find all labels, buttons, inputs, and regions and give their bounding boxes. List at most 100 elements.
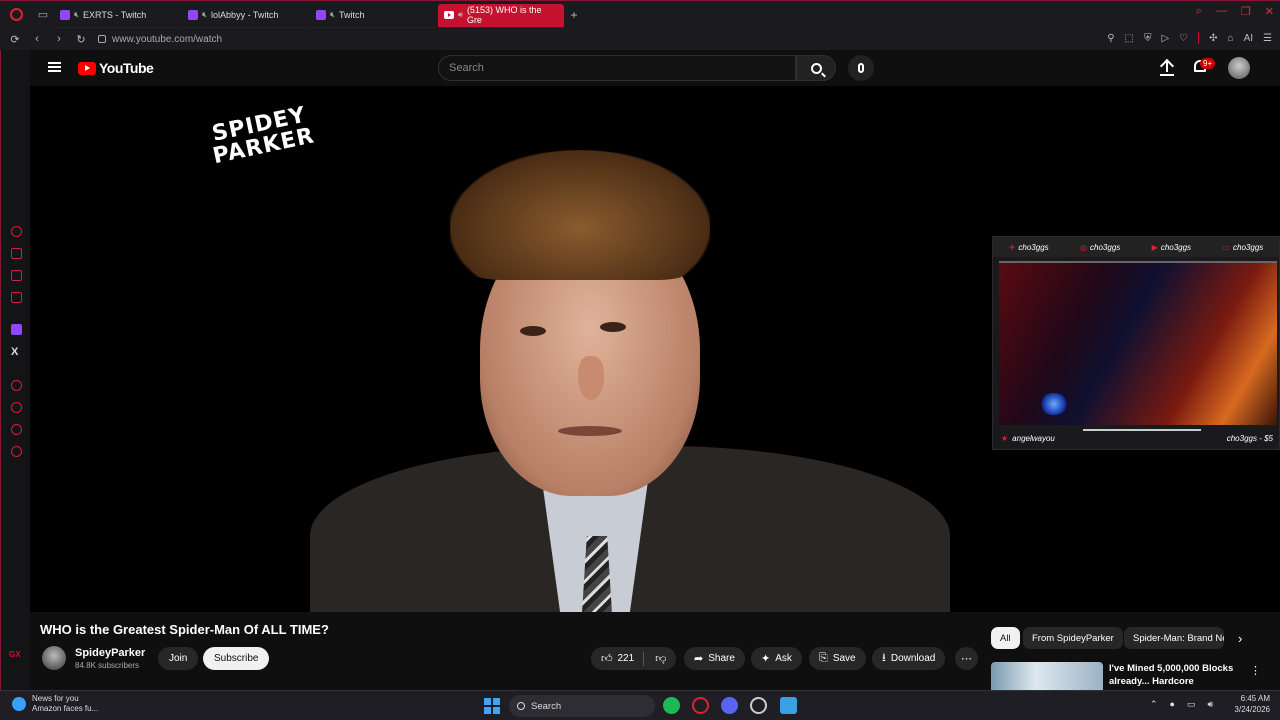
opera-gx-icon[interactable] [692,697,709,714]
channel-avatar[interactable] [42,646,66,670]
youtube-header: YouTube 9+ [30,50,1280,86]
more-actions-button[interactable]: ⋯ [955,647,978,670]
save-label: Save [832,653,856,664]
address-bar: ⟳ ‹ › ↻ www.youtube.com/watch ⚲ ⬚ ⛨ ▷ ♡ … [0,28,1280,50]
thumbs-down-icon[interactable]: 👎︎ [655,652,666,665]
account-avatar[interactable] [1228,57,1250,79]
person-eye [600,322,626,332]
recommended-video-thumbnail[interactable] [991,662,1103,690]
search-button[interactable] [796,55,836,81]
system-clock[interactable]: 6:45 AM 3/24/2026 [1234,694,1270,716]
minimize-icon[interactable]: — [1216,5,1227,18]
extensions-sidebar-icon[interactable] [11,424,22,435]
close-icon[interactable]: ✕ [1265,5,1274,18]
kebab-menu-icon[interactable]: ⋮ [1250,664,1261,677]
youtube-logo[interactable]: YouTube [78,60,154,76]
news-widget[interactable]: News for you Amazon faces fu... [12,694,98,714]
reload-icon[interactable]: ⟳ [4,33,26,46]
heart-icon[interactable]: ♡ [1179,33,1188,44]
tab-lolabbyy[interactable]: 🔇︎ lolAbbyy - Twitch [182,4,308,28]
join-button[interactable]: Join [158,647,199,670]
channel-name[interactable]: SpideyParker [75,647,145,659]
new-tab-button[interactable]: + [566,8,582,22]
gx-logo-icon[interactable]: GX [9,650,21,659]
ask-label: Ask [775,653,792,664]
search-icon [810,62,822,74]
bookmark-icon: ⎘ [819,652,828,664]
chip-related[interactable]: Spider-Man: Brand Ne [1124,627,1224,649]
opera-logo-icon[interactable] [0,1,32,29]
share-label: Share [708,653,735,664]
chevron-up-icon[interactable]: ⌃ [1150,699,1158,710]
share-button[interactable]: ➦ Share [684,647,745,670]
clock-date: 3/24/2026 [1234,704,1270,714]
tab-youtube-active[interactable]: 🔊︎ (5153) WHO is the Gre [438,3,564,28]
ask-button[interactable]: ✦ Ask [751,647,802,670]
discord-icon[interactable] [721,697,738,714]
download-button[interactable]: ⭳ Download [872,647,946,670]
forward-icon[interactable]: › [48,33,70,45]
twitch-sidebar-icon[interactable] [11,324,22,335]
like-dislike-group: 👍︎ 221 👎︎ [591,647,677,670]
spotify-icon[interactable] [663,697,680,714]
display-icon[interactable]: ▭ [1187,699,1196,710]
volume-icon[interactable]: 🔊︎ [1208,699,1214,710]
youtube-favicon-icon [444,11,454,19]
divider [1198,32,1200,44]
tab-exrts[interactable]: 🔇︎ EXRTS - Twitch [54,4,180,28]
thumbs-up-icon[interactable]: 👍︎ [601,652,613,665]
chip-from-channel[interactable]: From SpideyParker [1023,627,1123,649]
search-tabs-icon[interactable]: ⌕ [1196,5,1202,18]
search-input[interactable] [449,62,795,74]
wallet-icon[interactable]: ⌂ [1228,33,1234,44]
subscriber-count: 84.8K subscribers [75,661,140,670]
messenger-icon[interactable] [11,292,22,303]
extensions-icon[interactable]: ✣ [1209,33,1217,44]
muted-speaker-icon[interactable]: 🔇︎ [74,10,79,20]
speaker-icon[interactable]: 🔊︎ [458,10,463,20]
back-icon[interactable]: ‹ [26,33,48,45]
news-icon[interactable] [11,270,22,281]
latest-follower: angelwayou [1012,433,1055,443]
chevron-right-icon[interactable]: › [1238,631,1242,646]
subscribe-button[interactable]: Subscribe [203,647,270,670]
url-field[interactable]: www.youtube.com/watch [98,34,222,45]
muted-speaker-icon[interactable]: 🔇︎ [330,10,335,20]
star-icon: ★ [1001,433,1009,443]
steam-icon[interactable] [750,697,767,714]
refresh-icon[interactable]: ↻ [70,33,92,46]
workspaces-icon[interactable]: ▭ [32,1,54,29]
taskbar-search[interactable]: Search [509,695,655,717]
snapshot-icon[interactable]: ⬚ [1125,33,1134,44]
browser-tab-bar: ▭ 🔇︎ EXRTS - Twitch 🔇︎ lolAbbyy - Twitch… [0,0,1280,28]
microphone-tray-icon[interactable]: ● [1170,699,1175,710]
chip-all[interactable]: All [991,627,1020,649]
muted-speaker-icon[interactable]: 🔇︎ [202,10,207,20]
hamburger-menu-icon[interactable] [48,62,61,72]
player-icon[interactable] [11,380,22,391]
twitch-icon [188,10,198,20]
instagram-icon: ◎ [1080,242,1088,252]
save-button[interactable]: ⎘ Save [809,647,866,670]
store-icon[interactable] [11,248,22,259]
like-count[interactable]: 221 [618,653,635,664]
app-icon[interactable] [780,697,797,714]
menu-icon[interactable]: ☰ [1263,33,1272,44]
settings-icon[interactable] [11,446,22,457]
history-icon[interactable] [11,402,22,413]
tab-twitch[interactable]: 🔇︎ Twitch [310,4,436,28]
play-icon[interactable]: ▷ [1161,33,1169,44]
upload-icon[interactable] [1160,60,1174,76]
maximize-icon[interactable]: ❐ [1241,5,1251,18]
ai-button[interactable]: AI [1244,33,1253,44]
speed-dial-icon[interactable] [11,226,22,237]
windows-start-icon[interactable] [484,698,500,714]
shield-icon[interactable]: ⛨ [1144,33,1152,44]
search-box [438,55,796,81]
x-twitter-icon[interactable]: X [11,346,18,358]
tab-label: (5153) WHO is the Gre [466,5,542,25]
pin-icon[interactable]: ⚲ [1107,33,1114,44]
voice-search-button[interactable] [848,55,874,81]
twitch-icon [60,10,70,20]
microphone-icon [858,63,864,73]
